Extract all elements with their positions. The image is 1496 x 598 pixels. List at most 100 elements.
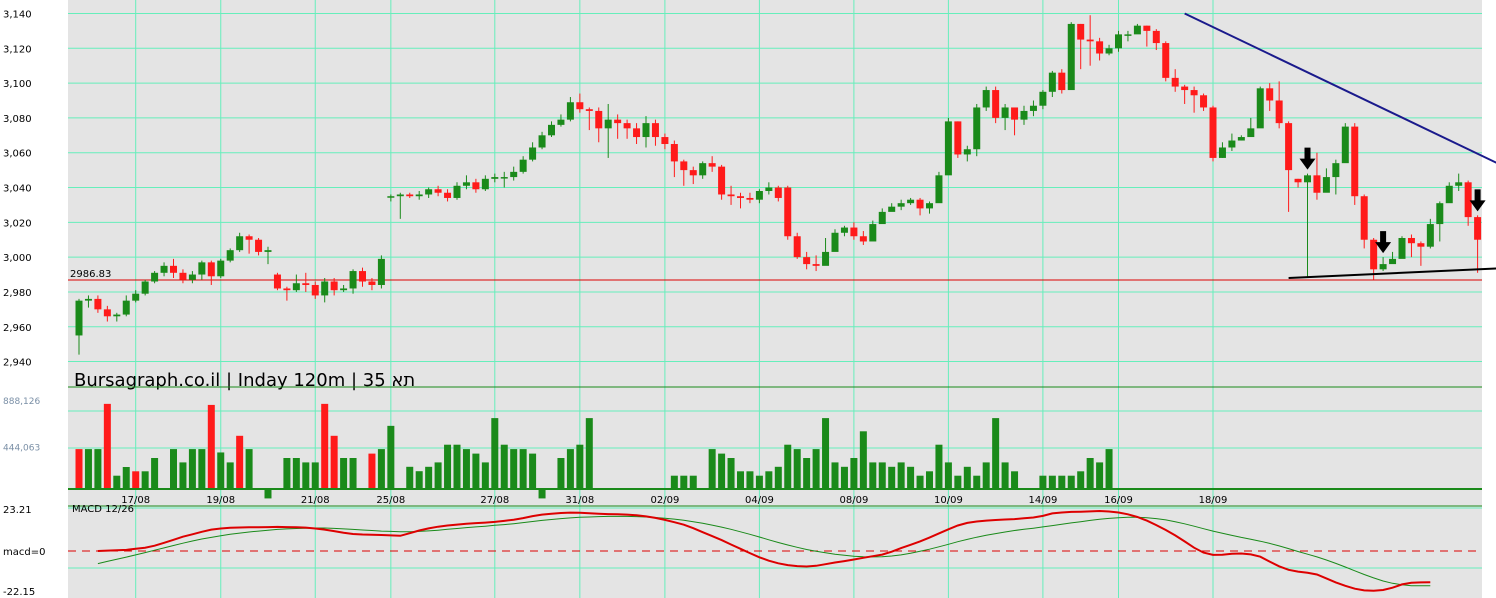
price-tick-label: 3,100 xyxy=(3,79,32,90)
date-tick-label: 10/09 xyxy=(934,495,963,506)
volume-bar xyxy=(755,475,763,489)
date-tick-label: 27/08 xyxy=(480,495,509,506)
price-tick-label: 3,020 xyxy=(3,218,32,229)
volume-bar xyxy=(803,458,811,489)
volume-bar xyxy=(935,444,943,489)
candle-body xyxy=(869,224,877,242)
volume-bar xyxy=(869,462,877,489)
volume-bar xyxy=(415,471,423,489)
candle-body xyxy=(755,191,763,200)
date-tick-label: 14/09 xyxy=(1028,495,1057,506)
candle-body xyxy=(661,137,669,145)
volume-bar xyxy=(292,458,300,489)
candle-body xyxy=(302,283,310,285)
candle-body xyxy=(935,175,943,204)
candle-body xyxy=(529,147,537,160)
volume-bar xyxy=(510,449,518,489)
volume-bar xyxy=(519,449,527,489)
candle-body xyxy=(850,227,858,237)
volume-bar xyxy=(207,404,215,489)
volume-bar xyxy=(151,458,159,489)
candle-body xyxy=(897,203,905,207)
price-tick-label: 2,980 xyxy=(3,288,32,299)
volume-bar xyxy=(245,449,253,489)
volume-bar xyxy=(481,462,489,489)
candle-body xyxy=(226,250,234,261)
candle-body xyxy=(1313,175,1321,193)
candle-body xyxy=(604,119,612,129)
candle-body xyxy=(774,187,782,198)
candle-body xyxy=(1077,23,1085,40)
volume-bar xyxy=(897,462,905,489)
volume-bar xyxy=(1105,449,1113,489)
candle-body xyxy=(1171,77,1179,87)
candle-body xyxy=(1332,163,1340,178)
volume-bar xyxy=(226,462,234,489)
volume-bar xyxy=(689,475,697,489)
volume-bar xyxy=(916,475,924,489)
date-tick-label: 19/08 xyxy=(206,495,235,506)
volume-bar xyxy=(973,475,981,489)
volume-bar xyxy=(963,466,971,489)
candle-body xyxy=(198,262,206,275)
candle-body xyxy=(264,250,272,252)
price-tick-label: 3,140 xyxy=(3,9,32,20)
volume-bar xyxy=(784,444,792,489)
candle-body xyxy=(245,236,253,240)
candle-body xyxy=(75,300,83,336)
volume-bar xyxy=(954,475,962,489)
candle-body xyxy=(784,187,792,237)
candle-body xyxy=(1379,264,1387,270)
candle-body xyxy=(708,163,716,167)
volume-bar xyxy=(217,452,225,489)
candle-body xyxy=(651,123,659,138)
candle-body xyxy=(519,159,527,172)
chart-title: Bursagraph.co.il | Inday 120m | תא 35 xyxy=(74,370,415,391)
volume-bar xyxy=(765,471,773,489)
candle-body xyxy=(585,109,593,111)
price-tick-label: 3,080 xyxy=(3,114,32,125)
candle-body xyxy=(1058,72,1066,91)
volume-bar xyxy=(491,418,499,489)
volume-bar xyxy=(1077,471,1085,489)
date-tick-label: 21/08 xyxy=(301,495,330,506)
candle-body xyxy=(1039,91,1047,106)
candle-body xyxy=(1407,237,1415,244)
candle-body xyxy=(548,124,555,136)
candle-body xyxy=(1011,107,1019,120)
price-tick-label: 3,060 xyxy=(3,149,32,160)
candle-body xyxy=(1464,182,1472,218)
candle-body xyxy=(1237,137,1245,141)
volume-bar xyxy=(878,462,886,489)
candle-body xyxy=(859,236,867,242)
candle-body xyxy=(822,251,830,266)
candle-body xyxy=(888,206,896,212)
candle-body xyxy=(472,182,480,190)
candle-body xyxy=(207,262,215,277)
volume-bar xyxy=(1048,475,1056,489)
candle-body xyxy=(1275,100,1283,124)
volume-bar xyxy=(1058,475,1066,489)
volume-bar xyxy=(179,462,187,489)
date-tick-label: 31/08 xyxy=(565,495,594,506)
volume-bar xyxy=(444,444,452,489)
candle-body xyxy=(746,197,754,200)
candle-body xyxy=(1285,123,1293,171)
candle-body xyxy=(1200,95,1208,108)
date-tick-label: 02/09 xyxy=(650,495,679,506)
price-tick-label: 2,960 xyxy=(3,323,32,334)
volume-bar xyxy=(453,444,461,489)
candle-body xyxy=(415,194,423,197)
candle-body xyxy=(255,239,263,252)
volume-bar xyxy=(576,444,584,489)
volume-bar xyxy=(1039,475,1047,489)
candle-body xyxy=(406,194,414,197)
volume-tick-label: 888,126 xyxy=(3,397,40,407)
candle-body xyxy=(113,314,121,317)
volume-bar xyxy=(793,449,801,489)
volume-bar xyxy=(529,453,537,489)
candle-body xyxy=(273,274,281,289)
date-tick-label: 18/09 xyxy=(1199,495,1228,506)
volume-bar xyxy=(113,475,121,489)
candle-body xyxy=(1086,39,1094,42)
